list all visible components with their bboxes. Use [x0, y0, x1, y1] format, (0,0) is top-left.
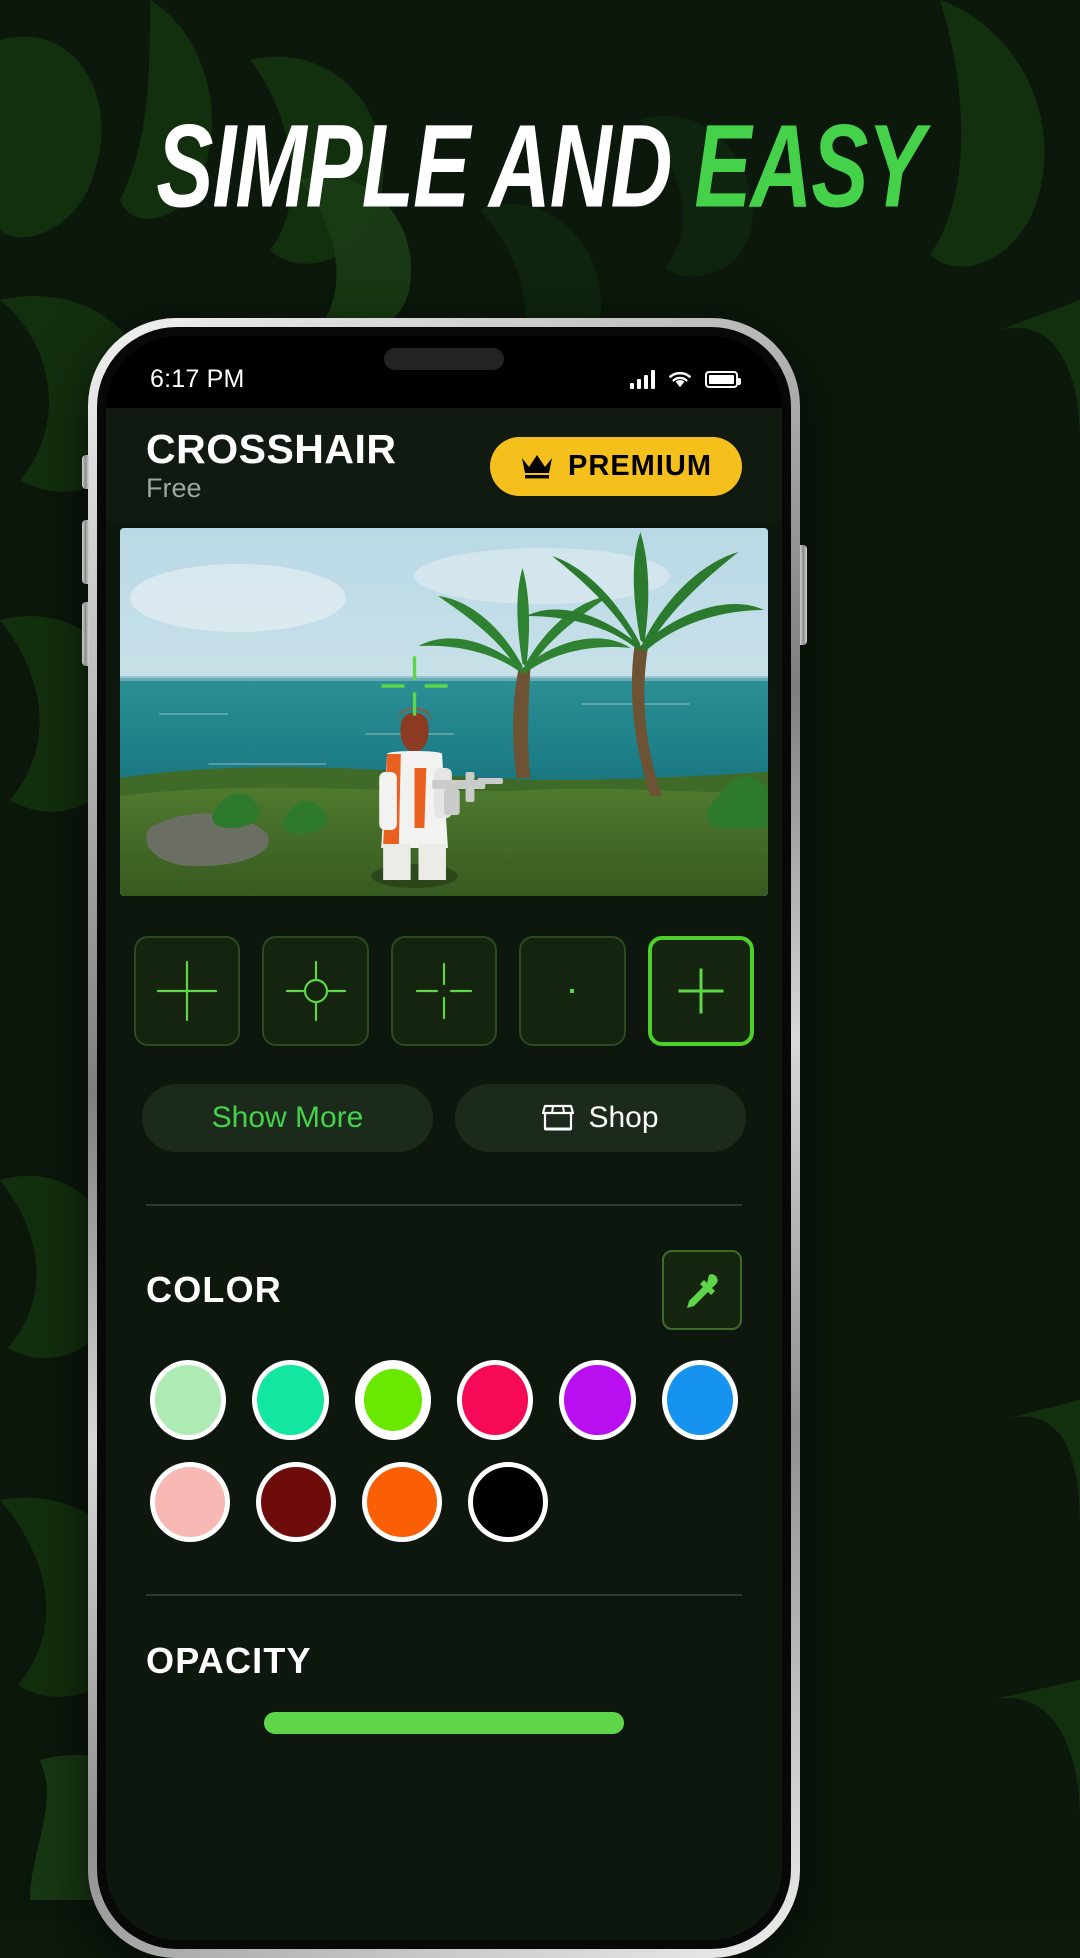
- phone-power-button: [800, 545, 807, 645]
- swatch-light-pink[interactable]: [150, 1462, 230, 1543]
- color-swatch-grid: [106, 1330, 782, 1543]
- crosshair-small-cross-icon: [678, 968, 724, 1014]
- crosshair-gap-cross-icon: [415, 962, 473, 1020]
- game-preview-image[interactable]: [120, 528, 768, 897]
- status-icons: [630, 369, 741, 389]
- app-header: CROSSHAIR Free PREMIUM: [106, 408, 782, 523]
- crosshair-dot-icon: [570, 989, 575, 994]
- app-title: CROSSHAIR: [146, 426, 397, 472]
- phone-bezel: 6:17 PM CROSSHAIR Free PREMIUM Show More…: [97, 327, 791, 1949]
- swatch-black[interactable]: [468, 1462, 548, 1543]
- color-swatch-row-1: [150, 1360, 739, 1441]
- status-bar: 6:17 PM: [106, 336, 782, 408]
- phone-volume-down: [82, 602, 89, 666]
- preset-circle-cross[interactable]: [262, 936, 369, 1047]
- show-more-label: Show More: [211, 1101, 364, 1135]
- opacity-slider[interactable]: [264, 1712, 624, 1735]
- eyedropper-icon: [687, 1274, 718, 1309]
- swatch-mint[interactable]: [150, 1360, 227, 1441]
- opacity-section-label: OPACITY: [146, 1640, 312, 1682]
- premium-label: PREMIUM: [568, 449, 712, 482]
- swatch-blue[interactable]: [661, 1360, 739, 1441]
- crosshair-circle-cross-icon: [285, 960, 346, 1022]
- status-time: 6:17 PM: [150, 364, 245, 393]
- preview-artwork: [120, 528, 768, 897]
- color-section-header: COLOR: [106, 1206, 782, 1331]
- preset-large-cross[interactable]: [134, 936, 241, 1047]
- phone-mute-switch: [82, 455, 89, 489]
- swatch-orange[interactable]: [362, 1462, 442, 1543]
- cellular-signal-icon: [630, 369, 655, 389]
- shop-label: Shop: [588, 1101, 659, 1135]
- phone-mockup: 6:17 PM CROSSHAIR Free PREMIUM Show More…: [88, 318, 800, 1958]
- swatch-magenta[interactable]: [559, 1360, 636, 1441]
- headline-part-white: SIMPLE AND: [156, 101, 695, 233]
- swatch-dark-red[interactable]: [256, 1462, 336, 1543]
- phone-screen: 6:17 PM CROSSHAIR Free PREMIUM Show More…: [106, 336, 782, 1940]
- swatch-lime[interactable]: [354, 1360, 432, 1441]
- preset-small-cross[interactable]: [647, 936, 755, 1047]
- shop-button[interactable]: Shop: [455, 1084, 746, 1153]
- crosshair-large-cross-icon: [157, 960, 218, 1022]
- preset-gap-cross[interactable]: [390, 936, 498, 1047]
- crosshair-preset-row: [106, 896, 782, 1047]
- color-section-label: COLOR: [146, 1269, 282, 1311]
- storefront-icon: [542, 1104, 575, 1131]
- premium-button[interactable]: PREMIUM: [490, 436, 742, 496]
- preset-dot[interactable]: [519, 936, 626, 1047]
- swatch-spring-green[interactable]: [252, 1360, 329, 1441]
- wifi-icon: [669, 371, 691, 388]
- app-plan-label: Free: [146, 473, 202, 504]
- battery-full-icon: [705, 370, 741, 388]
- headline-part-green: EASY: [694, 101, 924, 233]
- phone-volume-up: [82, 520, 89, 584]
- show-more-button[interactable]: Show More: [142, 1084, 433, 1153]
- phone-notch: [384, 348, 504, 370]
- page-title: SIMPLE AND EASY: [38, 108, 1042, 226]
- crown-icon: [522, 455, 553, 479]
- eyedropper-button[interactable]: [662, 1250, 742, 1331]
- app-title-block: CROSSHAIR Free: [146, 426, 397, 504]
- action-button-row: Show More Shop: [106, 1046, 782, 1153]
- color-swatch-row-2: [150, 1462, 738, 1543]
- swatch-pink-red[interactable]: [457, 1360, 534, 1441]
